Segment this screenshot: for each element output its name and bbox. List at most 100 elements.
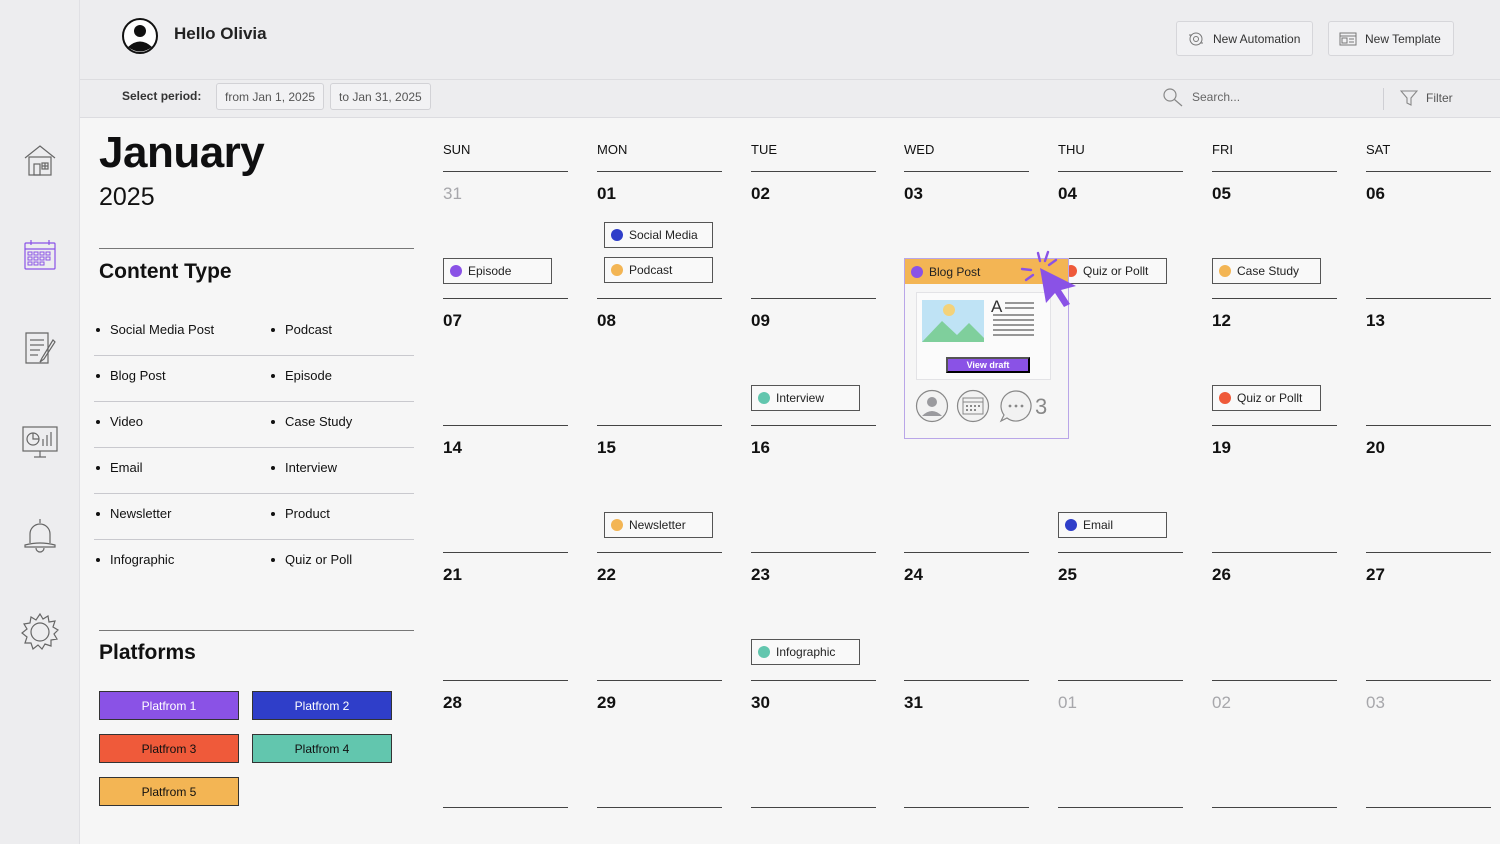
event-chip[interactable]: Episode <box>443 258 552 284</box>
day-number[interactable]: 14 <box>443 438 462 458</box>
day-number[interactable]: 01 <box>597 184 616 204</box>
platform-4-tag[interactable]: Platfrom 4 <box>252 734 392 763</box>
gear-icon[interactable] <box>20 612 60 652</box>
bell-icon[interactable] <box>20 515 60 555</box>
content-type-item[interactable]: Podcast <box>271 322 332 337</box>
comments-icon[interactable] <box>999 390 1032 423</box>
weekday-header: MON <box>597 142 628 157</box>
day-cell-divider <box>443 680 568 681</box>
day-cell-divider <box>443 298 568 299</box>
new-automation-button[interactable]: New Automation <box>1176 21 1314 56</box>
platform-3-tag[interactable]: Platfrom 3 <box>99 734 239 763</box>
day-number[interactable]: 03 <box>904 184 923 204</box>
filter-button[interactable]: Filter <box>1400 89 1453 107</box>
day-number[interactable]: 27 <box>1366 565 1385 585</box>
date-to-field[interactable]: to Jan 31, 2025 <box>330 83 431 110</box>
platform-5-tag[interactable]: Platfrom 5 <box>99 777 239 806</box>
day-number[interactable]: 20 <box>1366 438 1385 458</box>
day-number[interactable]: 21 <box>443 565 462 585</box>
content-type-item[interactable]: Interview <box>271 460 337 475</box>
search-icon <box>1163 88 1183 107</box>
user-greeting: Hello Olivia <box>174 24 267 43</box>
content-type-row: Social Media Post Podcast <box>94 310 414 356</box>
event-chip[interactable]: Podcast <box>604 257 713 283</box>
day-number[interactable]: 02 <box>1212 693 1231 713</box>
section-divider <box>99 630 414 631</box>
day-number[interactable]: 04 <box>1058 184 1077 204</box>
search-input[interactable] <box>1192 90 1332 104</box>
event-label: Interview <box>776 391 825 405</box>
content-type-item[interactable]: Social Media Post <box>96 322 214 337</box>
day-cell-divider <box>904 807 1029 808</box>
day-cell-divider <box>1366 680 1491 681</box>
day-number[interactable]: 06 <box>1366 184 1385 204</box>
content-type-item[interactable]: Newsletter <box>96 506 171 521</box>
content-type-item[interactable]: Video <box>96 414 143 429</box>
day-number[interactable]: 22 <box>597 565 616 585</box>
weekday-header: WED <box>904 142 935 157</box>
content-type-row: Blog Post Episode <box>94 356 414 402</box>
day-number[interactable]: 28 <box>443 693 462 713</box>
day-number[interactable]: 01 <box>1058 693 1077 713</box>
day-number[interactable]: 05 <box>1212 184 1231 204</box>
content-type-item[interactable]: Quiz or Poll <box>271 552 352 567</box>
day-cell-divider <box>597 298 722 299</box>
day-cell-divider <box>1212 171 1337 172</box>
event-chip[interactable]: Newsletter <box>604 512 713 538</box>
content-type-item[interactable]: Case Study <box>271 414 352 429</box>
content-type-item[interactable]: Product <box>271 506 330 521</box>
edit-document-icon[interactable] <box>20 328 60 368</box>
day-number[interactable]: 29 <box>597 693 616 713</box>
day-number[interactable]: 23 <box>751 565 770 585</box>
platform-dot <box>1065 519 1077 531</box>
content-type-item[interactable]: Blog Post <box>96 368 166 383</box>
event-chip[interactable]: Email <box>1058 512 1167 538</box>
content-type-item[interactable]: Email <box>96 460 143 475</box>
day-cell-divider <box>904 171 1029 172</box>
day-number[interactable]: 16 <box>751 438 770 458</box>
day-cell-divider <box>751 807 876 808</box>
view-draft-button[interactable]: View draft <box>946 357 1030 373</box>
content-type-row: Email Interview <box>94 448 414 494</box>
day-cell-divider <box>597 552 722 553</box>
day-number[interactable]: 30 <box>751 693 770 713</box>
event-chip[interactable]: Infographic <box>751 639 860 665</box>
day-cell-divider <box>1366 807 1491 808</box>
day-number[interactable]: 13 <box>1366 311 1385 331</box>
platform-1-tag[interactable]: Platfrom 1 <box>99 691 239 720</box>
content-type-item[interactable]: Infographic <box>96 552 174 567</box>
day-number[interactable]: 25 <box>1058 565 1077 585</box>
user-avatar-icon[interactable] <box>122 18 158 54</box>
day-number[interactable]: 24 <box>904 565 923 585</box>
event-chip[interactable]: Quiz or Pollt <box>1212 385 1321 411</box>
day-cell-divider <box>751 298 876 299</box>
day-number[interactable]: 31 <box>443 184 462 204</box>
calendar-icon[interactable] <box>20 235 60 275</box>
event-chip[interactable]: Social Media <box>604 222 713 248</box>
schedule-calendar-icon[interactable] <box>956 389 990 423</box>
new-template-label: New Template <box>1365 31 1441 46</box>
day-number[interactable]: 07 <box>443 311 462 331</box>
platform-2-tag[interactable]: Platfrom 2 <box>252 691 392 720</box>
platform-dot <box>611 264 623 276</box>
day-number[interactable]: 12 <box>1212 311 1231 331</box>
new-template-button[interactable]: New Template <box>1328 21 1454 56</box>
day-number[interactable]: 09 <box>751 311 770 331</box>
day-number[interactable]: 26 <box>1212 565 1231 585</box>
date-from-field[interactable]: from Jan 1, 2025 <box>216 83 325 110</box>
home-icon[interactable] <box>20 140 60 180</box>
day-cell-divider <box>751 425 876 426</box>
event-chip[interactable]: Interview <box>751 385 860 411</box>
analytics-monitor-icon[interactable] <box>20 420 60 460</box>
event-chip[interactable]: Case Study <box>1212 258 1321 284</box>
day-number[interactable]: 08 <box>597 311 616 331</box>
day-cell-divider <box>1058 552 1183 553</box>
day-number[interactable]: 03 <box>1366 693 1385 713</box>
assignee-icon[interactable] <box>915 389 949 423</box>
day-number[interactable]: 19 <box>1212 438 1231 458</box>
day-number[interactable]: 02 <box>751 184 770 204</box>
day-number[interactable]: 15 <box>597 438 616 458</box>
content-type-row: Video Case Study <box>94 402 414 448</box>
content-type-item[interactable]: Episode <box>271 368 332 383</box>
day-number[interactable]: 31 <box>904 693 923 713</box>
